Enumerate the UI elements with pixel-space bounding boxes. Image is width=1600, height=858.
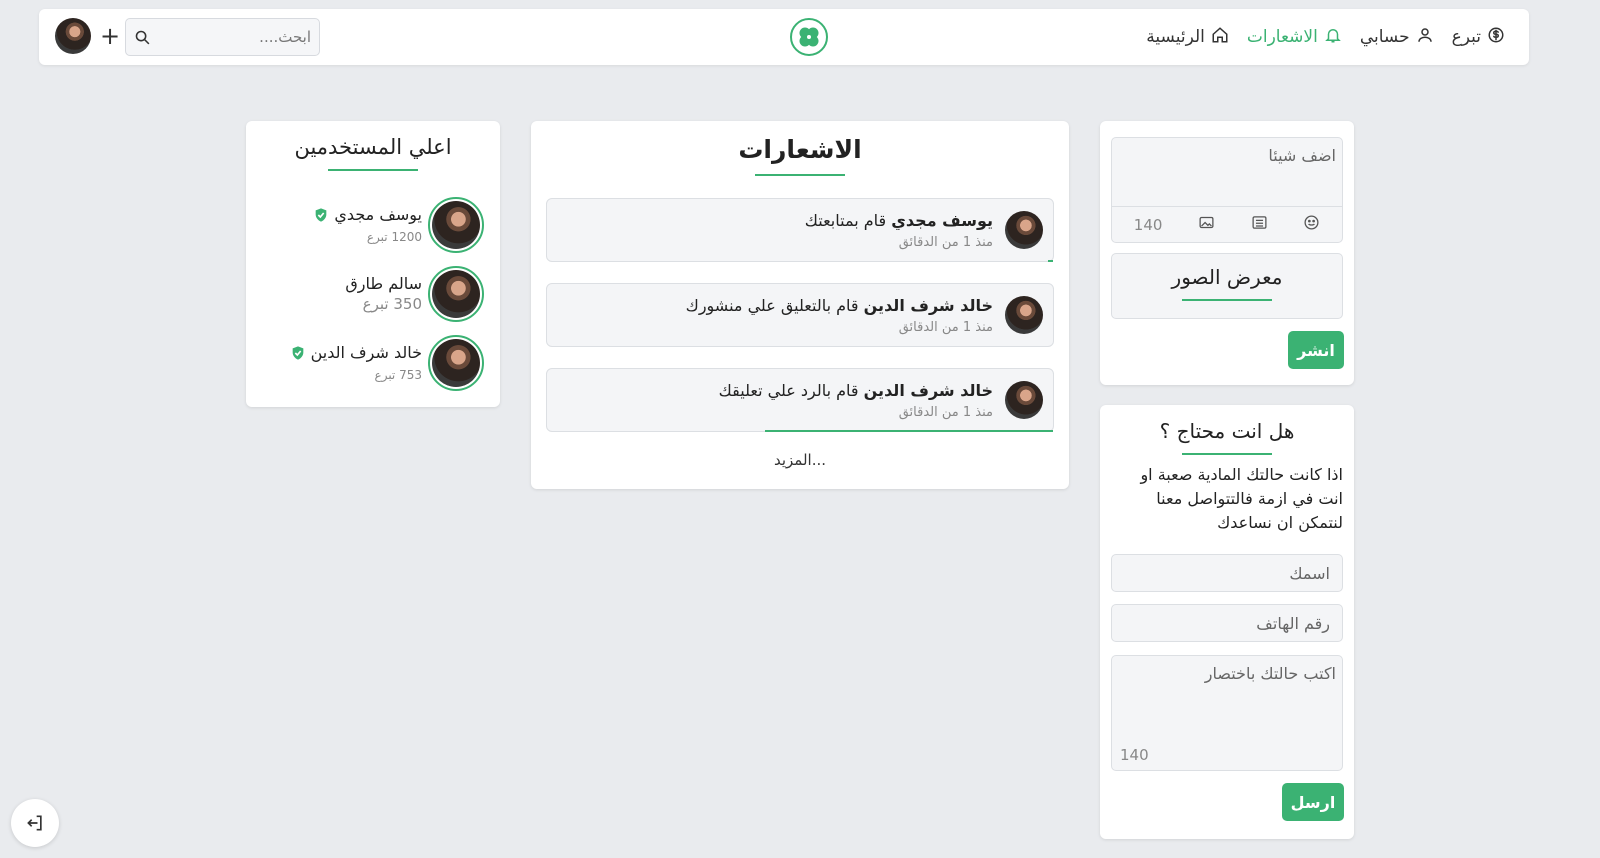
logout-button[interactable] <box>11 799 59 847</box>
name-field[interactable] <box>1111 554 1343 592</box>
profile-avatar[interactable] <box>55 18 91 54</box>
nav-notifications[interactable]: الاشعارات <box>1247 26 1342 49</box>
dollar-icon <box>1487 26 1505 49</box>
help-card: هل انت محتاج ؟ اذا كانت حالتك المادية صع… <box>1100 405 1354 839</box>
nav-donate[interactable]: تبرع <box>1452 26 1505 49</box>
clover-logo-icon[interactable] <box>790 18 828 56</box>
notification-user: خالد شرف الدين <box>863 381 993 400</box>
notification-time: منذ 1 من الدقائق <box>898 405 993 420</box>
search-icon <box>135 30 150 45</box>
user-name: سالم طارق <box>345 274 422 293</box>
nav-account[interactable]: حسابي <box>1360 26 1434 49</box>
verified-badge-icon <box>316 207 327 222</box>
notification-user: يوسف مجدي <box>891 211 993 230</box>
emoji-icon[interactable] <box>1303 214 1320 235</box>
notification-progress <box>764 430 1053 432</box>
gallery-box[interactable]: معرض الصور <box>1111 253 1343 319</box>
post-composer-card: 140 معرض الصور انشر <box>1100 121 1354 385</box>
search-input[interactable] <box>156 19 311 55</box>
user-donations: 1200 تبرع <box>366 230 422 244</box>
nav-account-label: حسابي <box>1359 27 1410 47</box>
post-box: 140 <box>1111 137 1343 243</box>
search-box <box>125 18 320 56</box>
user-item[interactable]: سالم طارق 350 تبرع <box>274 266 484 322</box>
avatar <box>1005 381 1043 419</box>
nav-donate-label: تبرع <box>1451 27 1481 47</box>
post-toolbar: 140 <box>1112 206 1342 242</box>
bell-icon <box>1324 26 1342 49</box>
add-button[interactable]: + <box>97 23 123 49</box>
publish-button[interactable]: انشر <box>1288 331 1344 369</box>
gallery-title: معرض الصور <box>1171 265 1283 289</box>
notification-time: منذ 1 من الدقائق <box>898 320 993 335</box>
send-button[interactable]: ارسل <box>1282 783 1344 821</box>
nav-links: الرئيسية الاشعارات حسابي تبرع <box>1146 9 1505 65</box>
notifications-card: الاشعارات يوسف مجدي قام بمتابعتك منذ 1 م… <box>531 121 1069 489</box>
char-counter: 140 <box>1120 746 1149 764</box>
top-users-card: اعلي المستخدمين يوسف مجدي 1200 تبرع سالم… <box>246 121 500 407</box>
more-link[interactable]: ...المزيد <box>531 451 1069 469</box>
char-counter: 140 <box>1133 215 1163 234</box>
notification-progress <box>1047 260 1053 262</box>
title-underline <box>755 174 845 176</box>
notification-item[interactable]: خالد شرف الدين قام بالرد علي تعليقك منذ … <box>546 368 1054 432</box>
user-item[interactable]: يوسف مجدي 1200 تبرع <box>274 197 484 253</box>
user-item[interactable]: خالد شرف الدين 753 تبرع <box>274 335 484 391</box>
title-underline <box>1182 453 1272 455</box>
nav-notifications-label: الاشعارات <box>1246 27 1318 47</box>
message-field[interactable] <box>1120 664 1336 744</box>
notification-action: قام بالرد علي تعليقك <box>718 381 859 400</box>
notifications-title: الاشعارات <box>738 135 862 164</box>
avatar <box>1005 211 1043 249</box>
user-name: خالد شرف الدين <box>310 343 422 362</box>
nav-home[interactable]: الرئيسية <box>1146 26 1229 49</box>
title-underline <box>328 169 418 171</box>
phone-field[interactable] <box>1111 604 1343 642</box>
top-navbar: الرئيسية الاشعارات حسابي تبرع + ابحث.... <box>39 9 1529 65</box>
logout-icon <box>27 815 42 831</box>
notification-item[interactable]: خالد شرف الدين قام بالتعليق علي منشورك م… <box>546 283 1054 347</box>
post-input[interactable] <box>1120 146 1336 204</box>
nav-home-label: الرئيسية <box>1146 27 1205 47</box>
user-donations: 350 تبرع <box>362 295 422 313</box>
notification-action: قام بالتعليق علي منشورك <box>685 296 859 315</box>
notification-item[interactable]: يوسف مجدي قام بمتابعتك منذ 1 من الدقائق <box>546 198 1054 262</box>
avatar <box>428 335 484 391</box>
title-underline <box>1182 299 1272 301</box>
avatar <box>428 197 484 253</box>
help-text: اذا كانت حالتك المادية صعبة او انت في از… <box>1140 465 1343 532</box>
top-users-title: اعلي المستخدمين <box>294 135 452 159</box>
verified-badge-icon <box>292 345 303 360</box>
list-icon[interactable] <box>1251 214 1268 235</box>
avatar <box>428 266 484 322</box>
user-name: يوسف مجدي <box>334 205 422 224</box>
image-icon[interactable] <box>1198 214 1215 235</box>
avatar <box>1005 296 1043 334</box>
home-icon <box>1211 26 1229 49</box>
message-box: 140 <box>1111 655 1343 771</box>
notification-user: خالد شرف الدين <box>863 296 993 315</box>
notification-action: قام بمتابعتك <box>804 211 887 230</box>
user-icon <box>1416 26 1434 49</box>
notification-time: منذ 1 من الدقائق <box>898 235 993 250</box>
help-title: هل انت محتاج ؟ <box>1159 419 1295 443</box>
user-donations: 753 تبرع <box>374 368 422 382</box>
